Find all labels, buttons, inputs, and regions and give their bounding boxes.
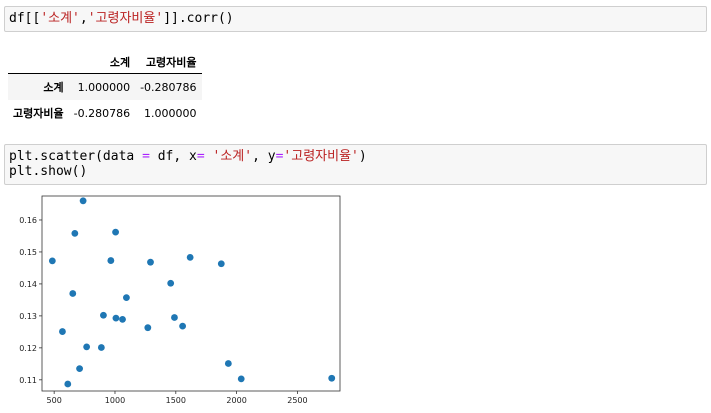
scatter-point [97,344,105,351]
code-token: ) [358,149,367,164]
x-axis: 500 1000 1500 2000 2500 [47,391,308,405]
code-operator-token: = [142,149,150,164]
code-string-token: '고령자비율' [87,11,164,26]
column-header: 소계 [68,51,136,74]
code-token: ]].corr() [163,11,234,26]
plot-frame [41,195,341,392]
table-header-row: 소계 고령자비율 [8,51,202,74]
scatter-point [147,258,154,266]
x-tick-label: 2000 [226,396,246,405]
correlation-table: 소계 고령자비율 소계 1.000000 -0.280786 고령자비율 -0.… [8,51,202,126]
code-string-token: '소계' [40,11,80,26]
code-token: , [79,11,88,26]
code-string-token: '고령자비율' [283,149,359,164]
scatter-point [144,324,152,332]
table-cell: 1.000000 [144,106,197,120]
scatter-point [69,290,77,297]
scatter-point [119,315,126,323]
scatter-point [217,260,225,268]
table-cell: 1.000000 [77,80,131,94]
scatter-plot: 500 1000 1500 2000 2500 0.11 0.12 0.13 0.14 0.15… [19,195,341,405]
scatter-point [100,311,107,319]
scatter-point [76,365,83,373]
scatter-point [64,380,72,388]
table-row: 고령자비율 -0.280786 1.000000 [8,100,202,126]
code-token: , y [252,149,276,164]
scatter-point [59,328,66,335]
y-axis: 0.11 0.12 0.13 0.14 0.15 0.16 [19,216,42,385]
code-cell-scatter[interactable]: plt.scatter(data = df, x= '소계', y='고령자비율… [4,144,707,185]
y-tick-label: 0.14 [19,280,37,289]
scatter-point [83,343,91,351]
row-index: 소계 [43,81,64,94]
code-token: plt.scatter(data [9,149,143,164]
table-row: 소계 1.000000 -0.280786 [8,73,202,100]
code-string-token: '소계' [212,149,253,164]
code-operator-token: = [196,149,205,164]
scatter-point [107,257,115,264]
y-tick-label: 0.12 [19,344,37,353]
scatter-point [237,375,245,383]
index-header [8,51,69,74]
scatter-point [112,314,120,322]
table-cell: -0.280786 [140,80,197,94]
code-cell-corr[interactable]: df[['소계','고령자비율']].corr() [4,6,707,32]
y-tick-label: 0.16 [19,216,37,225]
scatter-point [179,322,187,330]
scatter-point [328,374,336,382]
x-tick-label: 1000 [105,396,125,405]
x-tick-label: 2500 [287,396,307,405]
scatter-point [48,257,56,265]
x-tick-label: 500 [47,396,62,405]
scatter-point [123,294,130,302]
y-tick-label: 0.11 [19,376,37,385]
table-cell: -0.280786 [73,106,131,120]
scatter-point [186,253,194,261]
y-tick-label: 0.15 [19,248,37,257]
row-index: 고령자비율 [13,107,64,120]
scatter-point [79,197,87,205]
scatter-point [171,314,178,321]
code-token: df, x [149,149,197,164]
scatter-point [224,360,232,367]
x-tick-label: 1500 [166,396,186,405]
code-token: plt.show() [9,164,88,179]
code-token: df[[ [9,11,41,26]
scatter-point [71,230,79,237]
scatter-point [112,228,119,236]
y-tick-label: 0.13 [19,312,37,321]
scatter-point [167,279,175,287]
column-header: 고령자비율 [135,51,202,74]
